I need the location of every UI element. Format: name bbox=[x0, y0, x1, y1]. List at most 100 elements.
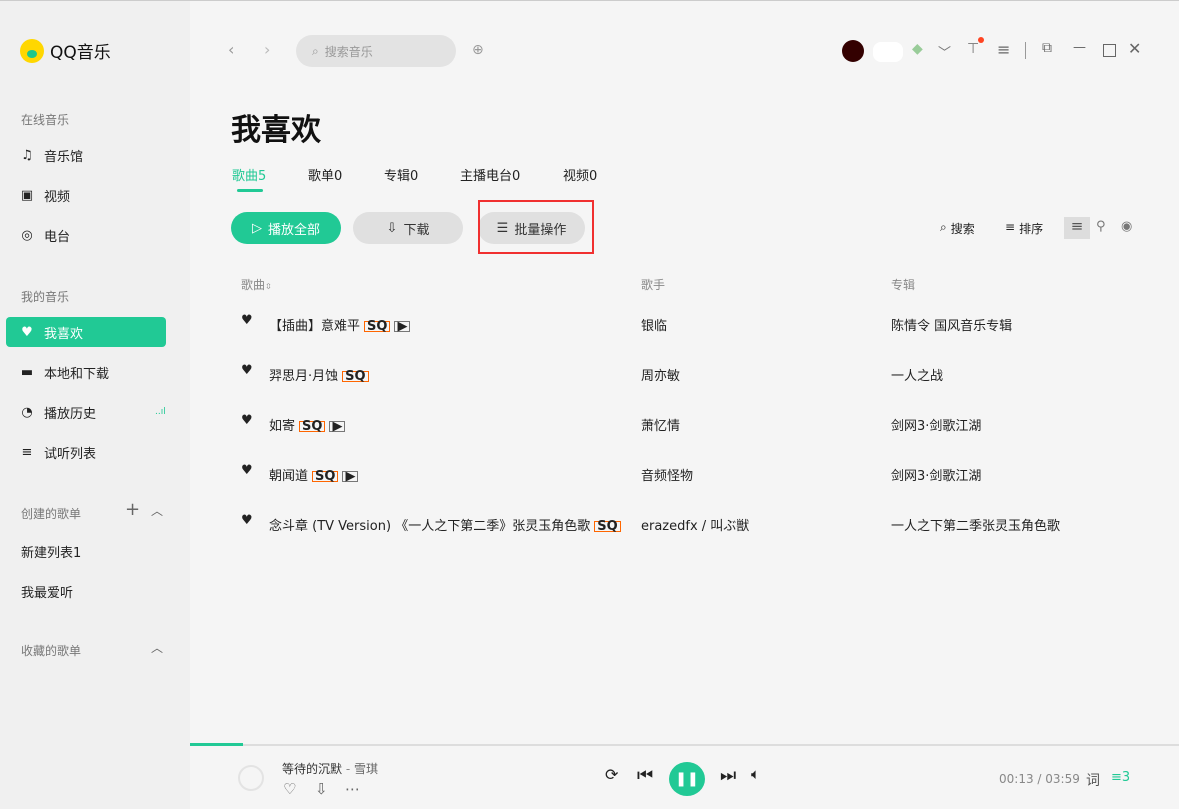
song-title: 等待的沉默 bbox=[282, 762, 342, 776]
list-view-icon[interactable]: ≡ bbox=[1064, 217, 1090, 239]
queue-icon: ≡ bbox=[1111, 770, 1122, 785]
like-icon[interactable]: ♡ bbox=[283, 780, 296, 798]
mini-mode-icon[interactable]: ⧉ bbox=[1042, 40, 1052, 56]
avatar[interactable] bbox=[842, 40, 864, 62]
label: 音乐馆 bbox=[44, 146, 83, 165]
sidebar-item-favorites[interactable]: ♥我喜欢 bbox=[6, 317, 166, 347]
sq-badge: SQ bbox=[299, 421, 325, 432]
maximize-icon[interactable] bbox=[1103, 44, 1116, 57]
chevron-down-icon[interactable]: ﹀ bbox=[938, 42, 951, 61]
mv-play-icon[interactable]: ▶ bbox=[329, 421, 345, 432]
artist-cell[interactable]: 萧忆情 bbox=[641, 415, 680, 434]
artist-cell[interactable]: 音频怪物 bbox=[641, 465, 693, 484]
username-redacted[interactable] bbox=[873, 42, 903, 62]
download-button[interactable]: ⇩下载 bbox=[353, 212, 463, 244]
playlist-item[interactable]: 我最爱听 bbox=[21, 582, 73, 601]
lyrics-button[interactable]: 词 bbox=[1086, 770, 1100, 790]
forward-icon[interactable]: › bbox=[264, 40, 270, 59]
play-all-button[interactable]: ▷播放全部 bbox=[231, 212, 341, 244]
previous-icon[interactable]: ⏮ bbox=[637, 765, 653, 786]
download-icon[interactable]: ⇩ bbox=[315, 780, 328, 798]
heart-icon[interactable]: ♥ bbox=[241, 313, 253, 328]
notification-dot bbox=[978, 37, 984, 43]
heart-icon[interactable]: ♥ bbox=[241, 463, 253, 478]
sidebar-item-radio[interactable]: ◎电台 bbox=[6, 220, 166, 250]
search-list-button[interactable]: ⌕搜索 bbox=[940, 220, 975, 237]
table-row[interactable]: ♥ 【插曲】意难平SQ▶ 银临 陈情令 国风音乐专辑 bbox=[231, 315, 1171, 365]
queue-button[interactable]: ≡3 bbox=[1111, 770, 1130, 785]
album-cell[interactable]: 一人之下第二季张灵玉角色歌 bbox=[891, 515, 1060, 534]
sidebar-item-music-hall[interactable]: ♫音乐馆 bbox=[6, 140, 166, 170]
song-title: 羿思月·月蚀 bbox=[269, 369, 338, 384]
download-icon: ⇩ bbox=[387, 221, 398, 236]
sq-badge: SQ bbox=[594, 521, 620, 532]
column-song[interactable]: 歌曲⇳ bbox=[241, 276, 272, 293]
listen-recognize-icon[interactable]: ⊕ bbox=[472, 42, 484, 58]
menu-icon[interactable]: ≡ bbox=[997, 40, 1010, 59]
table-row[interactable]: ♥ 羿思月·月蚀SQ 周亦敏 一人之战 bbox=[231, 365, 1171, 415]
artist-cell[interactable]: erazedfx / 叫ぶ獣 bbox=[641, 515, 749, 534]
app-logo[interactable]: QQ音乐 bbox=[20, 38, 111, 63]
song-title-cell[interactable]: 【插曲】意难平SQ▶ bbox=[269, 315, 410, 334]
now-playing-info[interactable]: 等待的沉默 - 雪琪 bbox=[282, 760, 378, 777]
artist-cell[interactable]: 周亦敏 bbox=[641, 365, 680, 384]
artist-view-icon[interactable]: ⚲ bbox=[1096, 219, 1106, 234]
album-view-icon[interactable]: ◉ bbox=[1121, 219, 1132, 234]
volume-icon[interactable]: 🔈︎ bbox=[751, 765, 760, 783]
progress-bar-fill[interactable] bbox=[190, 743, 243, 746]
section-online: 在线音乐 bbox=[21, 111, 69, 128]
tab-videos[interactable]: 视频0 bbox=[563, 165, 597, 184]
sort-button[interactable]: ≡排序 bbox=[1005, 220, 1043, 237]
label: 电台 bbox=[44, 226, 70, 245]
divider bbox=[1025, 42, 1026, 59]
heart-icon[interactable]: ♥ bbox=[241, 413, 253, 428]
minimize-icon[interactable]: — bbox=[1073, 40, 1086, 55]
mv-play-icon[interactable]: ▶ bbox=[394, 321, 410, 332]
album-cell[interactable]: 一人之战 bbox=[891, 365, 943, 384]
artist-cell[interactable]: 银临 bbox=[641, 315, 667, 334]
tab-songs[interactable]: 歌曲5 bbox=[232, 165, 266, 184]
close-icon[interactable]: ✕ bbox=[1128, 39, 1141, 58]
song-title-cell[interactable]: 羿思月·月蚀SQ bbox=[269, 365, 369, 384]
loop-mode-icon[interactable]: ⟳ bbox=[605, 765, 618, 784]
monitor-icon: ▬ bbox=[19, 365, 35, 380]
song-title-cell[interactable]: 朝闻道SQ▶ bbox=[269, 465, 358, 484]
skin-shirt-icon[interactable]: ⊤ bbox=[967, 41, 979, 57]
tab-radio[interactable]: 主播电台0 bbox=[460, 165, 520, 184]
vip-diamond-icon[interactable]: ◆ bbox=[912, 41, 923, 57]
back-icon[interactable]: ‹ bbox=[228, 40, 234, 59]
time-display: 00:13 / 03:59 bbox=[999, 772, 1080, 786]
sidebar-item-video[interactable]: ▣视频 bbox=[6, 180, 166, 210]
heart-icon[interactable]: ♥ bbox=[241, 363, 253, 378]
section-created: 创建的歌单 bbox=[21, 505, 81, 522]
mv-play-icon[interactable]: ▶ bbox=[342, 471, 358, 482]
search-input[interactable]: ⌕搜索音乐 bbox=[296, 35, 456, 67]
song-title-cell[interactable]: 念斗章 (TV Version) 《一人之下第二季》张灵玉角色歌SQ bbox=[269, 515, 621, 534]
album-cell[interactable]: 剑网3·剑歌江湖 bbox=[891, 415, 981, 434]
column-album: 专辑 bbox=[891, 276, 915, 293]
song-title: 朝闻道 bbox=[269, 469, 308, 484]
sidebar-item-local[interactable]: ▬ 本地和下载 bbox=[6, 357, 166, 387]
album-cell[interactable]: 陈情令 国风音乐专辑 bbox=[891, 315, 1012, 334]
sidebar-item-history[interactable]: ◔播放历史..ıl bbox=[6, 397, 166, 427]
tab-albums[interactable]: 专辑0 bbox=[384, 165, 418, 184]
collapse-chevron-icon[interactable]: ︿ bbox=[151, 639, 163, 656]
album-cell[interactable]: 剑网3·剑歌江湖 bbox=[891, 465, 981, 484]
table-row[interactable]: ♥ 朝闻道SQ▶ 音频怪物 剑网3·剑歌江湖 bbox=[231, 465, 1171, 515]
table-row[interactable]: ♥ 念斗章 (TV Version) 《一人之下第二季》张灵玉角色歌SQ era… bbox=[231, 515, 1171, 565]
table-row[interactable]: ♥ 如寄SQ▶ 萧忆情 剑网3·剑歌江湖 bbox=[231, 415, 1171, 465]
sidebar-item-trial-list[interactable]: ≡试听列表 bbox=[6, 437, 166, 467]
song-title-cell[interactable]: 如寄SQ▶ bbox=[269, 415, 345, 434]
label: 本地和下载 bbox=[44, 363, 109, 382]
collapse-chevron-icon[interactable]: ︿ bbox=[151, 502, 163, 519]
next-icon[interactable]: ⏭ bbox=[720, 765, 736, 786]
album-cover-icon[interactable] bbox=[238, 765, 264, 791]
clock-icon: ◔ bbox=[19, 405, 35, 420]
add-playlist-icon[interactable]: + bbox=[125, 499, 140, 520]
playlist-item[interactable]: 新建列表1 bbox=[21, 542, 81, 561]
pause-button[interactable]: ❚❚ bbox=[669, 762, 705, 796]
heart-icon[interactable]: ♥ bbox=[241, 513, 253, 528]
more-icon[interactable]: ⋯ bbox=[345, 780, 360, 798]
column-artist: 歌手 bbox=[641, 276, 665, 293]
tab-playlists[interactable]: 歌单0 bbox=[308, 165, 342, 184]
